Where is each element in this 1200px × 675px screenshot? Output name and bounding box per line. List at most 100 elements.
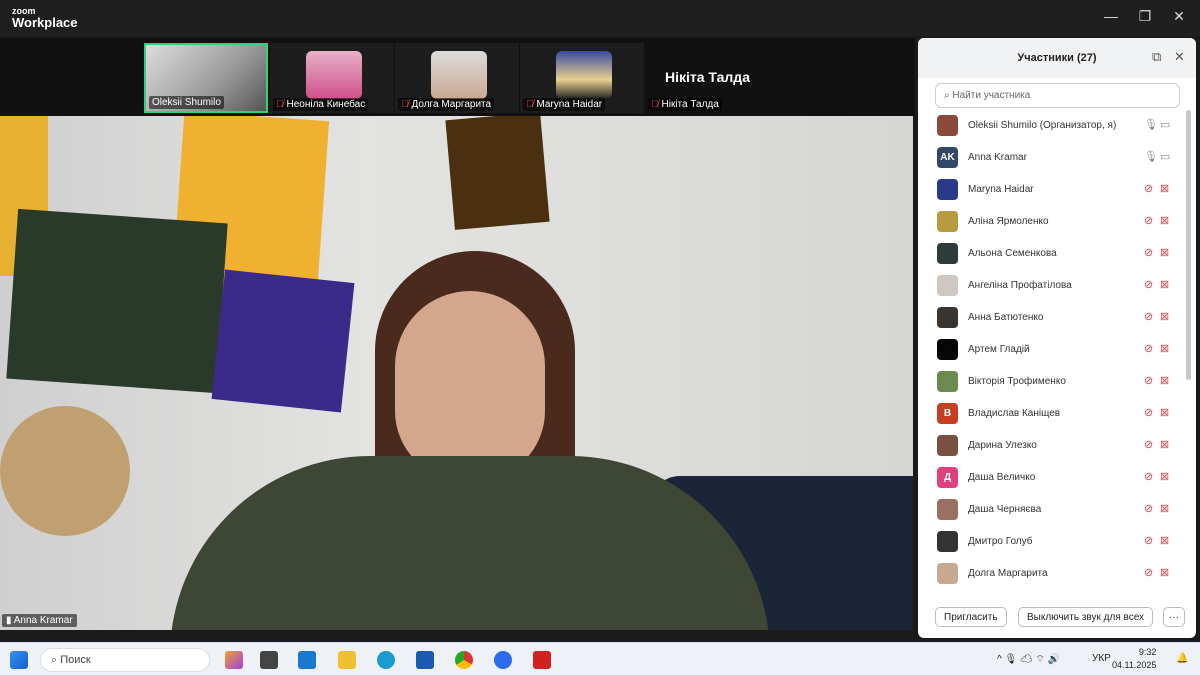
camera-off-icon[interactable]: ⊠	[1160, 566, 1169, 579]
mic-off-icon[interactable]: ⊘	[1144, 214, 1153, 227]
camera-off-icon[interactable]: ⊠	[1160, 342, 1169, 355]
camera-off-icon[interactable]: ⊠	[1160, 182, 1169, 195]
participant-row[interactable]: Вікторія Трофименко ⊘ ⊠	[918, 366, 1188, 398]
mic-off-icon[interactable]: ⊘	[1144, 278, 1153, 291]
close-panel-icon[interactable]: ✕	[1174, 49, 1185, 65]
avatar	[937, 499, 958, 520]
participant-row[interactable]: AK Anna Kramar 🎙 ▭	[918, 142, 1188, 174]
participant-row[interactable]: Oleksii Shumilo (Организатор, я) 🎙 ▭	[918, 110, 1188, 142]
camera-off-icon[interactable]: ⊠	[1160, 214, 1169, 227]
mic-icon[interactable]: 🎙	[1144, 118, 1158, 131]
video-tile[interactable]: 🎙̸ Долга Маргарита	[395, 43, 519, 113]
camera-off-icon[interactable]: ⊠	[1160, 438, 1169, 451]
terminal-icon[interactable]	[260, 651, 278, 669]
camera-off-icon[interactable]: ⊠	[1160, 374, 1169, 387]
mic-off-icon[interactable]: ⊘	[1144, 182, 1153, 195]
edge-icon[interactable]	[377, 651, 395, 669]
participant-name: Даша Черняєва	[968, 504, 1042, 515]
mic-off-icon[interactable]: ⊘	[1144, 566, 1153, 579]
mic-icon[interactable]: 🎙	[1144, 150, 1158, 163]
camera-off-icon[interactable]: ⊠	[1160, 502, 1169, 515]
video-tile[interactable]: Oleksii Shumilo	[144, 43, 268, 113]
video-tile[interactable]: Нікіта Талда 🎙̸ Нікіта Талда	[645, 43, 769, 113]
clock[interactable]: 9:32 04.11.2025	[1112, 646, 1156, 672]
tile-name: Неоніла Кинебас	[286, 99, 366, 110]
chrome-icon[interactable]	[455, 651, 473, 669]
pop-out-icon[interactable]: ⧉	[1152, 49, 1161, 65]
camera-off-icon[interactable]: ⊠	[1160, 246, 1169, 259]
mute-all-button[interactable]: Выключить звук для всех	[1018, 607, 1154, 627]
participant-row[interactable]: Д Даша Величко ⊘ ⊠	[918, 462, 1188, 494]
avatar	[937, 563, 958, 584]
speaker-name: Anna Kramar	[13, 615, 73, 626]
camera-off-icon[interactable]: ⊠	[1160, 406, 1169, 419]
participant-row[interactable]: Maryna Haidar ⊘ ⊠	[918, 174, 1188, 206]
participant-name: Даша Величко	[968, 472, 1036, 483]
minimize-button[interactable]: —	[1101, 8, 1121, 24]
avatar	[937, 179, 958, 200]
store-icon[interactable]	[416, 651, 434, 669]
camera-off-icon[interactable]: ⊠	[1160, 310, 1169, 323]
avatar	[937, 339, 958, 360]
scrollbar[interactable]	[1186, 110, 1191, 380]
participant-row[interactable]: Дмитро Голуб ⊘ ⊠	[918, 526, 1188, 558]
file-explorer-icon[interactable]	[338, 651, 356, 669]
taskbar: ⌕ Поиск ^ 🎙 ☁ ⌔ 🔊 УКР 9:32 04.11.2025 🔔	[0, 642, 1200, 675]
avatar	[306, 51, 362, 99]
acrobat-icon[interactable]	[533, 651, 551, 669]
participant-row[interactable]: Ангеліна Профатілова ⊘ ⊠	[918, 270, 1188, 302]
avatar: Д	[937, 467, 958, 488]
mic-off-icon[interactable]: ⊘	[1144, 310, 1153, 323]
restore-button[interactable]: ❐	[1135, 8, 1155, 25]
participant-row[interactable]: Альона Семенкова ⊘ ⊠	[918, 238, 1188, 270]
avatar	[937, 435, 958, 456]
avatar	[937, 211, 958, 232]
date: 04.11.2025	[1112, 660, 1157, 670]
camera-icon[interactable]: ▭	[1160, 118, 1170, 131]
tray-chevron-icon[interactable]: ^ 🎙 ☁ ⌔ 🔊	[997, 653, 1060, 666]
avatar	[937, 531, 958, 552]
participant-search-input[interactable]: ⌕ Найти участника	[935, 83, 1180, 108]
thumbnail-strip: Oleksii Shumilo 🎙̸ Неоніла Кинебас 🎙̸ Долг…	[0, 38, 915, 116]
participant-row[interactable]: В Владислав Каніщев ⊘ ⊠	[918, 398, 1188, 430]
wall-art	[445, 116, 550, 230]
participant-row[interactable]: Аліна Ярмоленко ⊘ ⊠	[918, 206, 1188, 238]
mic-off-icon[interactable]: ⊘	[1144, 342, 1153, 355]
tile-big-name: Нікіта Талда	[665, 69, 750, 85]
participant-name: Oleksii Shumilo (Организатор, я)	[968, 120, 1117, 131]
mic-off-icon[interactable]: ⊘	[1144, 502, 1153, 515]
video-tile[interactable]: 🎙̸ Неоніла Кинебас	[270, 43, 394, 113]
participant-row[interactable]: Анна Батютенко ⊘ ⊠	[918, 302, 1188, 334]
participant-row[interactable]: Даша Черняєва ⊘ ⊠	[918, 494, 1188, 526]
participant-name: Maryna Haidar	[968, 184, 1034, 195]
language-indicator[interactable]: УКР	[1092, 653, 1111, 664]
camera-off-icon[interactable]: ⊠	[1160, 278, 1169, 291]
mic-off-icon[interactable]: ⊘	[1144, 246, 1153, 259]
camera-off-icon[interactable]: ⊠	[1160, 534, 1169, 547]
widgets-icon[interactable]	[298, 651, 316, 669]
mic-off-icon[interactable]: ⊘	[1144, 534, 1153, 547]
start-icon[interactable]	[10, 651, 28, 669]
camera-off-icon[interactable]: ⊠	[1160, 470, 1169, 483]
participant-list: Oleksii Shumilo (Организатор, я) 🎙 ▭ AK A…	[918, 110, 1188, 590]
participant-row[interactable]: Дарина Улезко ⊘ ⊠	[918, 430, 1188, 462]
mic-off-icon[interactable]: ⊘	[1144, 470, 1153, 483]
notification-icon[interactable]: 🔔	[1176, 653, 1188, 664]
mic-off-icon[interactable]: ⊘	[1144, 438, 1153, 451]
avatar: AK	[937, 147, 958, 168]
video-tile[interactable]: 🎙̸ Maryna Haidar	[520, 43, 644, 113]
camera-icon[interactable]: ▭	[1160, 150, 1170, 163]
participant-row[interactable]: Долга Маргарита ⊘ ⊠	[918, 558, 1188, 590]
avatar: В	[937, 403, 958, 424]
close-button[interactable]: ✕	[1169, 8, 1189, 25]
copilot-icon[interactable]	[225, 651, 243, 669]
zoom-icon[interactable]	[494, 651, 512, 669]
invite-button[interactable]: Пригласить	[935, 607, 1007, 627]
more-button[interactable]: ···	[1163, 607, 1185, 627]
participant-row[interactable]: Артем Гладій ⊘ ⊠	[918, 334, 1188, 366]
mic-off-icon: 🎙̸	[526, 99, 534, 110]
mic-off-icon[interactable]: ⊘	[1144, 374, 1153, 387]
tile-name: Oleksii Shumilo	[152, 97, 221, 108]
taskbar-search[interactable]: ⌕ Поиск	[40, 648, 210, 672]
mic-off-icon[interactable]: ⊘	[1144, 406, 1153, 419]
